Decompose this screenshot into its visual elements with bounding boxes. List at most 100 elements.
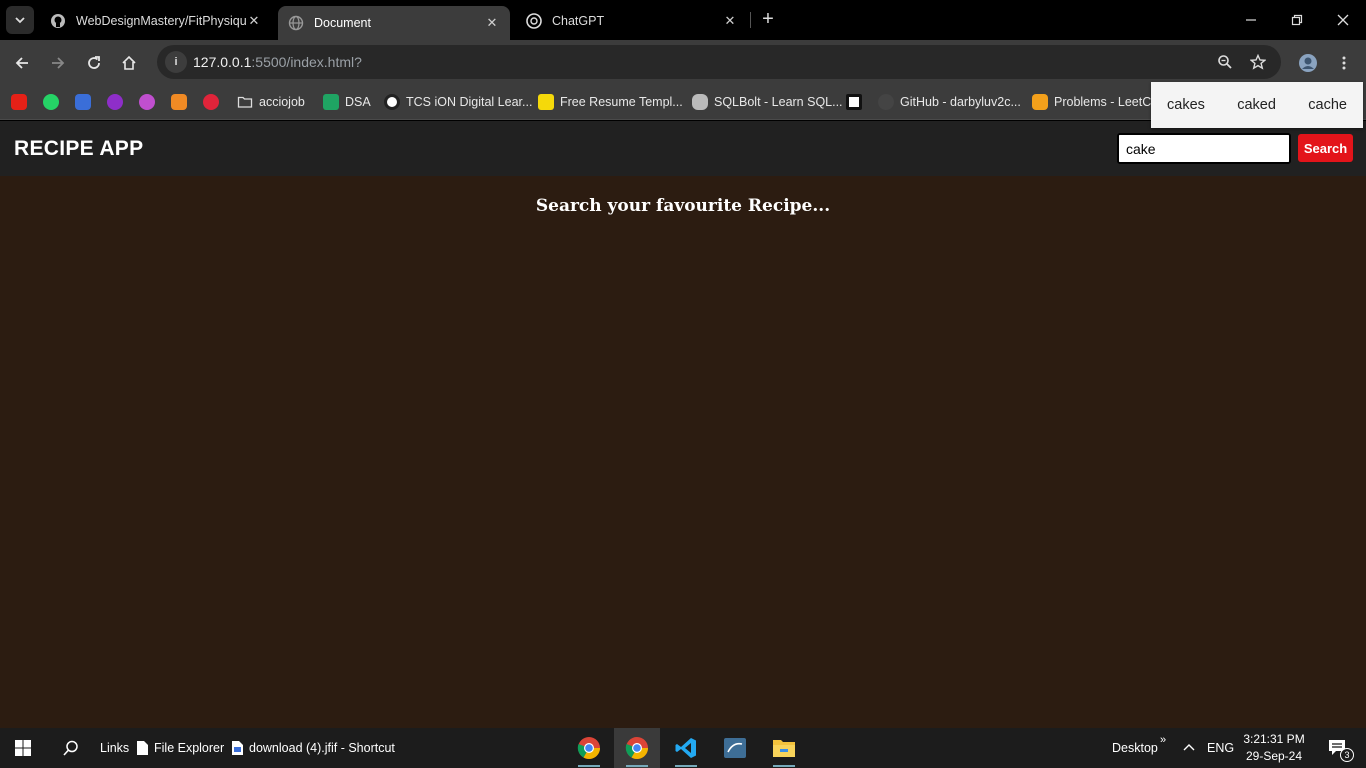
running-indicator [578, 765, 600, 767]
mysql-workbench-icon [724, 738, 746, 758]
toolbar-expand-icon[interactable]: » [1160, 720, 1166, 760]
restore-button[interactable] [1274, 0, 1320, 40]
menu-kebab-icon[interactable] [1331, 50, 1357, 76]
reload-icon [88, 56, 100, 69]
info-icon[interactable]: i [165, 51, 187, 73]
app-header: RECIPE APP Search [0, 121, 1366, 176]
bookmark-dsa[interactable]: DSA [323, 93, 371, 111]
close-window-button[interactable] [1320, 0, 1366, 40]
taskbar-chrome-1[interactable] [566, 728, 612, 768]
app-title: RECIPE APP [14, 137, 144, 160]
tab-strip: WebDesignMastery/FitPhysique ✕ Document … [0, 0, 1366, 40]
bookmark-label: DSA [345, 95, 371, 109]
globe-icon [288, 15, 304, 31]
bookmark-tcs[interactable]: TCS iON Digital Lear... [384, 93, 532, 111]
home-button[interactable] [116, 50, 142, 76]
reload-button[interactable] [81, 50, 107, 76]
close-icon[interactable]: ✕ [246, 13, 262, 29]
chrome-icon [577, 737, 600, 759]
chevron-down-icon [15, 17, 25, 24]
url-path: :5500/index.html? [251, 54, 362, 70]
taskbar-search-button[interactable] [48, 728, 94, 768]
autocomplete-suggestions: cakes caked cache [1151, 82, 1363, 128]
suggestion-item[interactable]: cache [1308, 97, 1347, 113]
taskbar-mysql[interactable] [712, 728, 758, 768]
bookmark-star-icon[interactable] [1245, 49, 1271, 75]
minimize-icon [1246, 19, 1256, 21]
taskbar-file-explorer[interactable] [761, 728, 807, 768]
search-button[interactable]: Search [1298, 134, 1353, 162]
bookmark-label: TCS iON Digital Lear... [406, 95, 533, 109]
close-icon[interactable]: ✕ [722, 13, 738, 29]
tab-fitphysique[interactable]: WebDesignMastery/FitPhysique ✕ [40, 6, 272, 36]
tab-separator [750, 12, 751, 28]
bookmark-github[interactable]: GitHub - darbyluv2c... [878, 93, 1021, 111]
home-icon [122, 55, 136, 70]
vscode-icon [675, 738, 696, 758]
shortcut-label: download (4).jfif - Shortcut [249, 741, 395, 755]
orange-app-icon[interactable] [171, 94, 187, 110]
tab-title: Document [314, 16, 371, 30]
new-tab-button[interactable]: + [757, 8, 779, 30]
links-toolbar[interactable]: Links [100, 728, 129, 768]
bookmark-label: acciojob [259, 95, 305, 109]
forward-arrow-icon [52, 57, 65, 69]
show-hidden-icons-button[interactable] [1177, 728, 1201, 768]
notification-count-badge: 3 [1340, 748, 1354, 762]
windows-icon [15, 740, 31, 756]
bookmark-sqlbolt[interactable]: SQLBolt - Learn SQL... [692, 93, 843, 111]
minimize-button[interactable] [1228, 0, 1274, 40]
address-bar[interactable]: i 127.0.0.1:5500/index.html? [157, 45, 1281, 79]
sheets-icon [323, 94, 339, 110]
search-input[interactable] [1117, 133, 1291, 164]
profile-avatar[interactable] [1295, 50, 1321, 76]
page-heading: Search your favourite Recipe... [535, 196, 831, 216]
taskbar: Links File Explorer download (4).jfif - … [0, 728, 1366, 768]
forward-button[interactable] [45, 50, 71, 76]
start-button[interactable] [0, 728, 46, 768]
bookmark-label: SQLBolt - Learn SQL... [714, 95, 843, 109]
folder-icon [773, 740, 795, 757]
bookmark-label: Free Resume Templ... [560, 95, 683, 109]
bookmark-label: Problems - LeetCo [1054, 95, 1159, 109]
kotlin-icon[interactable] [75, 94, 91, 110]
bookmark-resume[interactable]: Free Resume Templ... [538, 93, 683, 111]
main-content: Search your favourite Recipe... [0, 176, 1366, 728]
back-button[interactable] [9, 50, 35, 76]
url-host: 127.0.0.1 [193, 54, 252, 70]
clock-time: 3:21:31 PM [1243, 732, 1305, 746]
language-indicator[interactable]: ENG [1207, 728, 1234, 768]
document-icon [137, 741, 148, 755]
zoom-icon[interactable] [1212, 49, 1238, 75]
tab-search-button[interactable] [6, 6, 34, 34]
screen: WebDesignMastery/FitPhysique ✕ Document … [0, 0, 1366, 768]
taskbar-chrome-2[interactable] [614, 728, 660, 768]
clock[interactable]: 3:21:31 PM 29-Sep-24 [1242, 731, 1306, 765]
dev-icon[interactable] [846, 94, 862, 110]
tab-chatgpt[interactable]: ChatGPT ✕ [516, 6, 748, 36]
file-explorer-link[interactable]: File Explorer [136, 728, 224, 768]
tuf-icon[interactable] [203, 94, 219, 110]
tab-document[interactable]: Document ✕ [278, 6, 510, 40]
suggestion-item[interactable]: cakes [1167, 97, 1205, 113]
running-indicator [773, 765, 795, 767]
restore-icon [1291, 14, 1303, 26]
colorful-icon[interactable] [139, 94, 155, 110]
suggestion-item[interactable]: caked [1237, 97, 1276, 113]
udemy-icon[interactable] [107, 94, 123, 110]
database-icon [692, 94, 708, 110]
youtube-icon[interactable] [11, 94, 27, 110]
bookmark-acciojob[interactable]: acciojob [237, 93, 305, 111]
running-indicator [626, 765, 648, 767]
shortcut-link[interactable]: download (4).jfif - Shortcut [231, 728, 395, 768]
desktop-toolbar[interactable]: Desktop [1112, 728, 1158, 768]
back-arrow-icon [15, 57, 28, 69]
notification-center-button[interactable]: 3 [1318, 728, 1358, 768]
tcs-icon [384, 94, 400, 110]
bookmark-leetcode[interactable]: Problems - LeetCo [1032, 93, 1158, 111]
whatsapp-icon[interactable] [43, 94, 59, 110]
taskbar-vscode[interactable] [663, 728, 709, 768]
github-icon [878, 94, 894, 110]
folder-icon [237, 96, 253, 108]
close-icon[interactable]: ✕ [484, 15, 500, 31]
